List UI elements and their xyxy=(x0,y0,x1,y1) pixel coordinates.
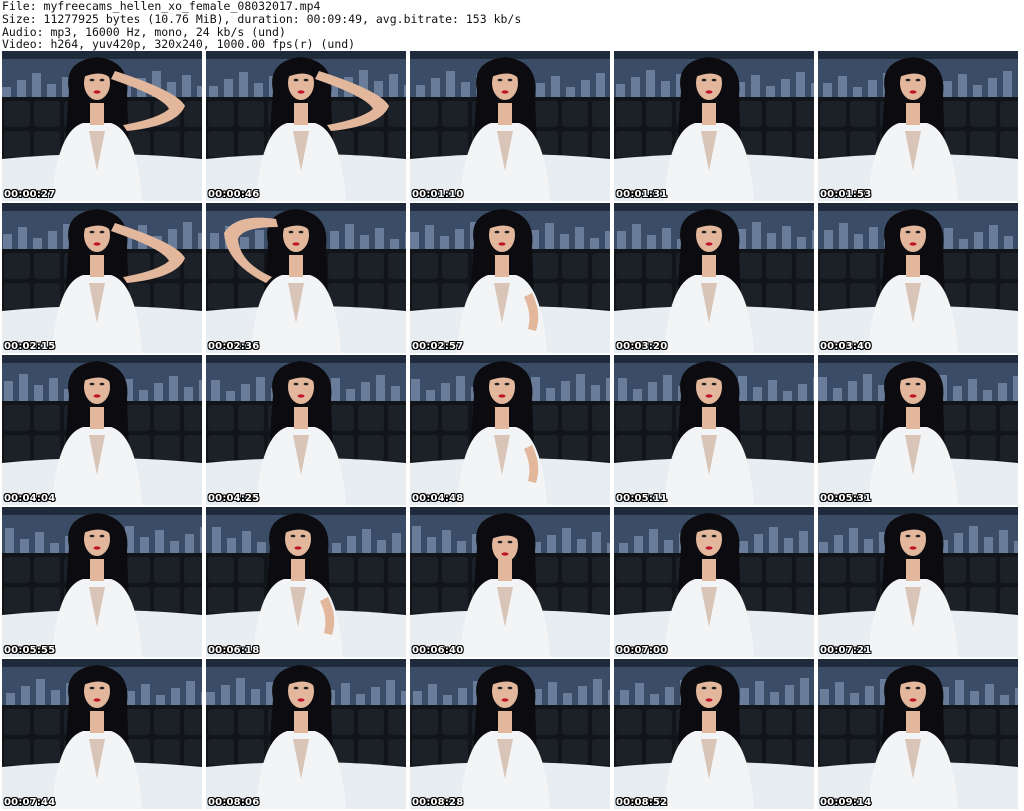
thumbnail-timestamp: 00:00:27 xyxy=(4,189,56,200)
video-thumbnail: 00:01:31 xyxy=(614,51,814,201)
thumbnail-timestamp: 00:08:06 xyxy=(208,797,260,808)
video-thumbnail: 00:02:57 xyxy=(410,203,610,353)
thumbnail-frame-image xyxy=(818,203,1018,353)
thumbnail-frame-image xyxy=(206,203,406,353)
thumbnail-frame-image xyxy=(206,659,406,809)
thumbnail-frame-image xyxy=(614,507,814,657)
thumbnail-timestamp: 00:01:10 xyxy=(412,189,464,200)
thumbnail-grid: 00:00:27 00:00:46 00:01:10 00:01:31 00:01:53… xyxy=(2,51,1022,811)
thumbnail-frame-image xyxy=(2,51,202,201)
thumbnail-timestamp: 00:06:40 xyxy=(412,645,464,656)
video-thumbnail: 00:07:00 xyxy=(614,507,814,657)
thumbnail-frame-image xyxy=(614,51,814,201)
video-thumbnail: 00:00:46 xyxy=(206,51,406,201)
video-thumbnail: 00:03:20 xyxy=(614,203,814,353)
thumbnail-frame-image xyxy=(2,203,202,353)
video-thumbnail: 00:01:10 xyxy=(410,51,610,201)
thumbnail-timestamp: 00:05:55 xyxy=(4,645,56,656)
thumbnail-frame-image xyxy=(818,355,1018,505)
thumbnail-frame-image xyxy=(818,507,1018,657)
file-info-header: File: myfreecams_hellen_xo_female_080320… xyxy=(2,0,1022,52)
video-thumbnail: 00:08:28 xyxy=(410,659,610,809)
video-thumbnail: 00:07:21 xyxy=(818,507,1018,657)
thumbnail-timestamp: 00:06:18 xyxy=(208,645,260,656)
video-thumbnail: 00:08:52 xyxy=(614,659,814,809)
video-thumbnail: 00:06:40 xyxy=(410,507,610,657)
video-thumbnail: 00:00:27 xyxy=(2,51,202,201)
thumbnail-timestamp: 00:03:40 xyxy=(820,341,872,352)
file-size-line: Size: 11277925 bytes (10.76 MiB), durati… xyxy=(2,11,522,26)
thumbnail-timestamp: 00:08:28 xyxy=(412,797,464,808)
thumbnail-frame-image xyxy=(410,355,610,505)
video-thumbnail: 00:05:55 xyxy=(2,507,202,657)
thumbnail-frame-image xyxy=(818,51,1018,201)
thumbnail-frame-image xyxy=(206,51,406,201)
thumbnail-timestamp: 00:02:36 xyxy=(208,341,260,352)
thumbnail-frame-image xyxy=(2,507,202,657)
video-thumbnail: 00:08:06 xyxy=(206,659,406,809)
thumbnail-frame-image xyxy=(410,659,610,809)
thumbnail-timestamp: 00:02:15 xyxy=(4,341,56,352)
thumbnail-timestamp: 00:07:44 xyxy=(4,797,56,808)
thumbnail-timestamp: 00:05:11 xyxy=(616,493,668,504)
thumbnail-frame-image xyxy=(2,355,202,505)
thumbnail-timestamp: 00:01:31 xyxy=(616,189,668,200)
thumbnail-timestamp: 00:03:20 xyxy=(616,341,668,352)
thumbnail-timestamp: 00:05:31 xyxy=(820,493,872,504)
thumbnail-frame-image xyxy=(2,659,202,809)
thumbnail-timestamp: 00:07:00 xyxy=(616,645,668,656)
thumbnail-frame-image xyxy=(410,507,610,657)
thumbnail-timestamp: 00:04:48 xyxy=(412,493,464,504)
thumbnail-timestamp: 00:04:25 xyxy=(208,493,260,504)
video-thumbnail: 00:07:44 xyxy=(2,659,202,809)
video-info-line: Video: h264, yuv420p, 320x240, 1000.00 f… xyxy=(2,37,356,52)
thumbnail-timestamp: 00:01:53 xyxy=(820,189,872,200)
video-thumbnail: 00:04:25 xyxy=(206,355,406,505)
thumbnail-frame-image xyxy=(614,659,814,809)
thumbnail-timestamp: 00:04:04 xyxy=(4,493,56,504)
thumbnail-timestamp: 00:00:46 xyxy=(208,189,260,200)
video-thumbnail: 00:01:53 xyxy=(818,51,1018,201)
video-thumbnail: 00:04:04 xyxy=(2,355,202,505)
thumbnail-frame-image xyxy=(410,51,610,201)
video-thumbnail: 00:05:31 xyxy=(818,355,1018,505)
video-thumbnail: 00:04:48 xyxy=(410,355,610,505)
file-name-line: File: myfreecams_hellen_xo_female_080320… xyxy=(2,0,321,13)
video-thumbnail: 00:05:11 xyxy=(614,355,814,505)
thumbnail-frame-image xyxy=(614,355,814,505)
video-thumbnail: 00:03:40 xyxy=(818,203,1018,353)
thumbnail-timestamp: 00:08:52 xyxy=(616,797,668,808)
thumbnail-frame-image xyxy=(410,203,610,353)
thumbnail-frame-image xyxy=(614,203,814,353)
video-thumbnail: 00:02:15 xyxy=(2,203,202,353)
thumbnail-timestamp: 00:07:21 xyxy=(820,645,872,656)
thumbnail-frame-image xyxy=(818,659,1018,809)
thumbnail-timestamp: 00:09:14 xyxy=(820,797,872,808)
thumbnail-frame-image xyxy=(206,507,406,657)
video-thumbnail: 00:02:36 xyxy=(206,203,406,353)
thumbnail-timestamp: 00:02:57 xyxy=(412,341,464,352)
video-thumbnail: 00:06:18 xyxy=(206,507,406,657)
video-thumbnail: 00:09:14 xyxy=(818,659,1018,809)
thumbnail-frame-image xyxy=(206,355,406,505)
